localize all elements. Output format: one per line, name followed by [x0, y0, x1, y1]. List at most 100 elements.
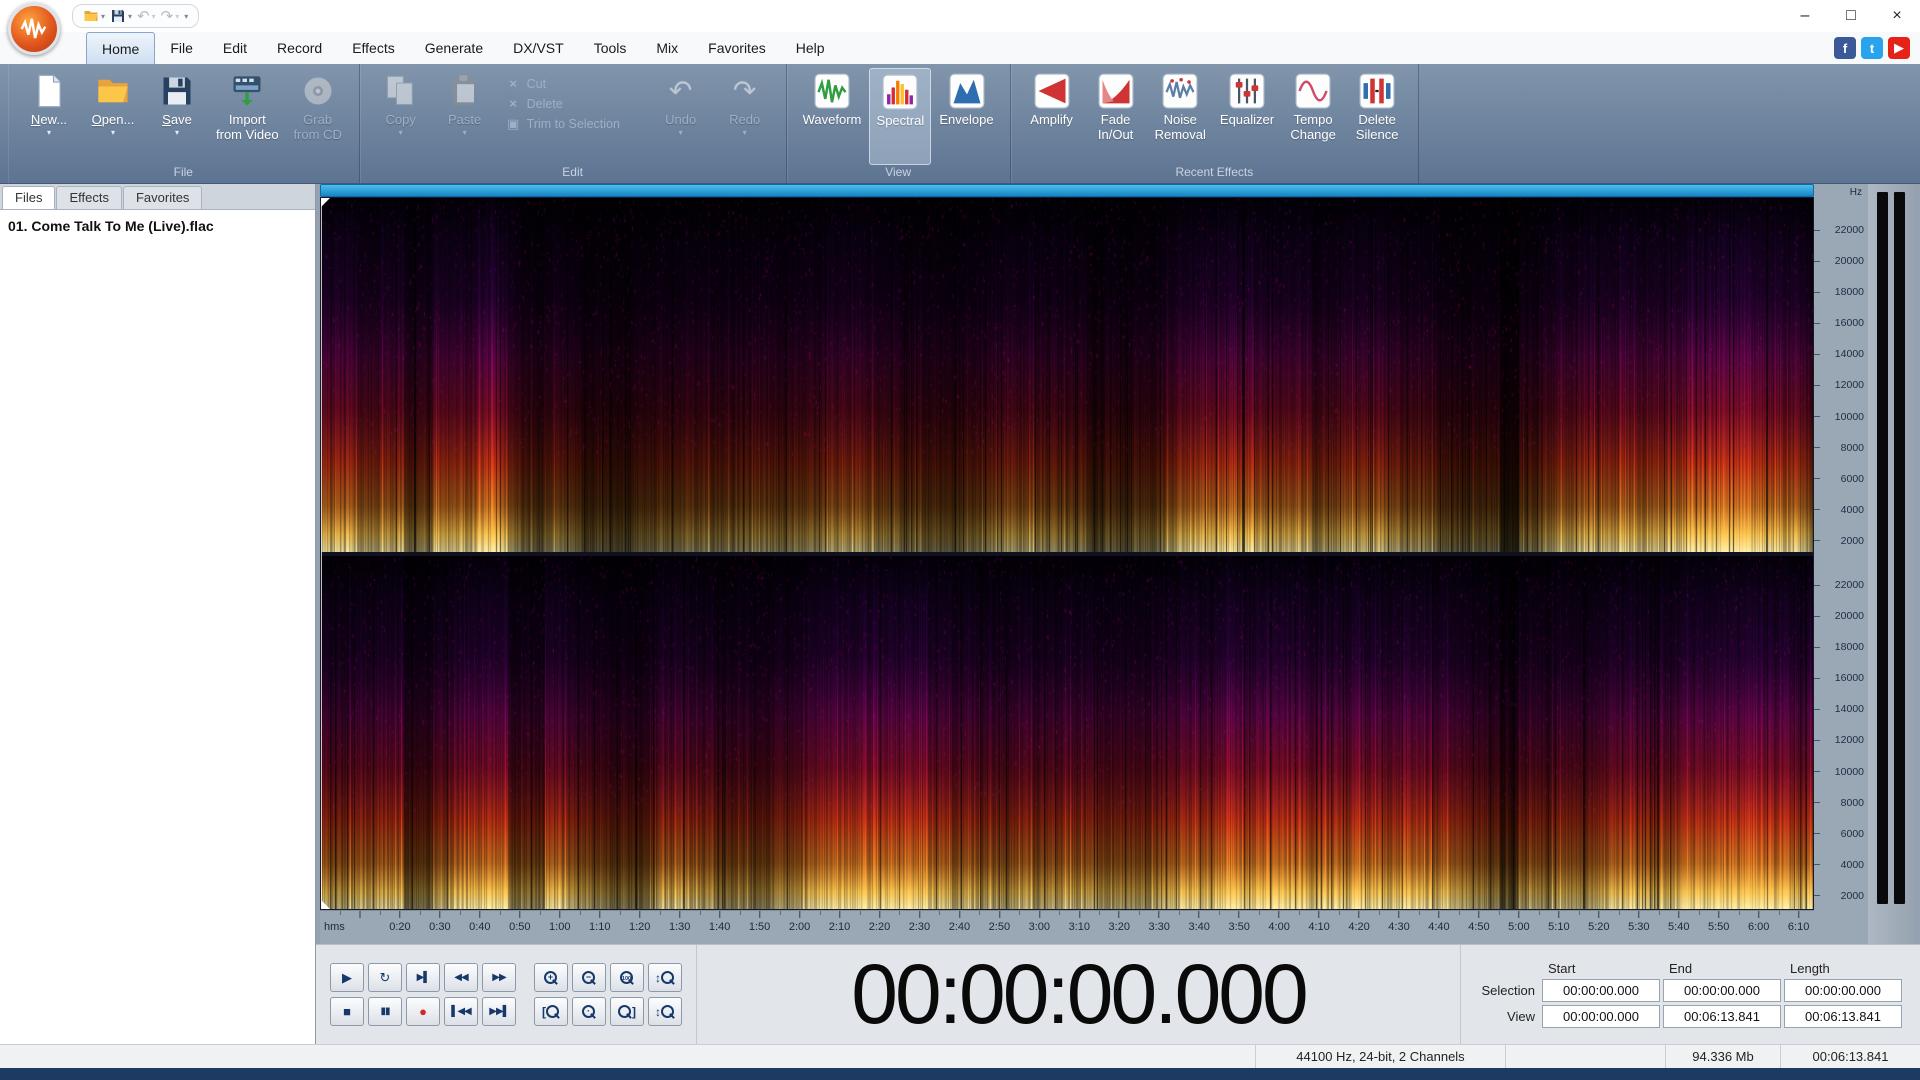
- ribbon-delete-button[interactable]: × Delete: [506, 96, 640, 111]
- play-button[interactable]: ▶: [330, 963, 364, 992]
- loop-play-button[interactable]: ↻: [368, 963, 402, 992]
- ribbon-save-button[interactable]: Save ▾: [146, 68, 208, 165]
- save-icon: [159, 71, 195, 111]
- go-to-end-button[interactable]: ▶▶▌: [482, 997, 516, 1026]
- play-next-button[interactable]: ▶▌: [406, 963, 440, 992]
- go-to-start-button[interactable]: ▌◀◀: [444, 997, 478, 1026]
- pause-button[interactable]: ▮▮: [368, 997, 402, 1026]
- zoom-vertical-in-button[interactable]: ↕: [648, 963, 682, 992]
- ribbon-import-from-video-button[interactable]: Import from Video: [210, 68, 285, 165]
- time-label: 1:20: [629, 911, 650, 933]
- menu-tab-home[interactable]: Home: [86, 32, 156, 64]
- ribbon-delete-silence-button[interactable]: Delete Silence: [1346, 68, 1408, 165]
- qat-save-button[interactable]: ▾: [110, 8, 132, 24]
- sidebar-tabs: Files Effects Favorites: [0, 184, 315, 210]
- menu-tab-mix[interactable]: Mix: [641, 32, 693, 64]
- menu-tab-edit[interactable]: Edit: [208, 32, 262, 64]
- youtube-icon[interactable]: ▶: [1888, 37, 1910, 59]
- zoom-vertical-out-button[interactable]: ↕: [648, 997, 682, 1026]
- rewind-button[interactable]: ◀◀: [444, 963, 478, 992]
- sidebar-tab-favorites[interactable]: Favorites: [122, 186, 203, 209]
- close-button[interactable]: ×: [1874, 1, 1920, 31]
- menu-tab-file[interactable]: File: [155, 32, 208, 64]
- ribbon-redo-button[interactable]: ↷ Redo ▾: [714, 68, 776, 165]
- ribbon-grab-from-cd-button[interactable]: Grab from CD: [287, 68, 349, 165]
- zoom-selection-button[interactable]: ·: [572, 997, 606, 1026]
- zoom-in-button[interactable]: +: [534, 963, 568, 992]
- qat-redo-button[interactable]: ↷ ▾: [161, 9, 180, 24]
- position-bar[interactable]: [320, 184, 1814, 197]
- ribbon-undo-button[interactable]: ↶ Undo ▾: [650, 68, 712, 165]
- menu-tabs: Home File Edit Record Effects Generate DX/VST T…: [86, 32, 840, 64]
- waveform-icon: [814, 71, 850, 111]
- ribbon-amplify-button[interactable]: Amplify: [1021, 68, 1083, 165]
- ribbon-new-button[interactable]: New... ▾: [18, 68, 80, 165]
- chevron-down-icon: ▾: [462, 127, 467, 137]
- menu-tab-favorites[interactable]: Favorites: [693, 32, 781, 64]
- file-list-item[interactable]: 01. Come Talk To Me (Live).flac: [8, 218, 307, 234]
- copy-icon: [383, 71, 419, 111]
- ribbon-cut-button[interactable]: × Cut: [506, 76, 640, 91]
- zoom-100-button[interactable]: 100: [610, 963, 644, 992]
- chevron-down-icon: ▾: [742, 127, 747, 137]
- playhead-marker-top[interactable]: [321, 198, 330, 207]
- zoom-out-button[interactable]: −: [572, 963, 606, 992]
- magnifier-icon: [618, 1004, 632, 1019]
- ribbon-trim-to-selection-button[interactable]: ▣ Trim to Selection: [506, 116, 640, 132]
- zoom-selection-start-button[interactable]: [: [534, 997, 568, 1026]
- time-label: 2:00: [789, 911, 810, 933]
- menu-tab-record[interactable]: Record: [262, 32, 337, 64]
- status-bar: 44100 Hz, 24-bit, 2 Channels 94.336 Mb 0…: [0, 1044, 1920, 1068]
- time-ruler[interactable]: hms 0:20 0:30 0:40 0:50 1:00 1:10 1:20 1:30 1:40…: [320, 910, 1814, 944]
- ribbon-equalizer-button[interactable]: Equalizer: [1214, 68, 1280, 165]
- menu-tab-dx-vst[interactable]: DX/VST: [498, 32, 579, 64]
- ribbon-tempo-change-button[interactable]: Tempo Change: [1282, 68, 1344, 165]
- time-label: 4:00: [1268, 911, 1290, 933]
- app-logo-icon[interactable]: [8, 3, 60, 55]
- ribbon-copy-button[interactable]: Copy ▾: [370, 68, 432, 165]
- ribbon-spectral-button[interactable]: Spectral: [869, 68, 932, 165]
- ribbon-open-button[interactable]: Open... ▾: [82, 68, 144, 165]
- qat-open-button[interactable]: ▾: [83, 8, 105, 24]
- maximize-button[interactable]: □: [1828, 1, 1874, 31]
- frequency-label: 12000: [1814, 379, 1864, 391]
- playhead-marker-bottom[interactable]: [321, 900, 330, 909]
- menu-tab-generate[interactable]: Generate: [410, 32, 498, 64]
- qat-undo-button[interactable]: ↶ ▾: [137, 9, 156, 24]
- view-end-field[interactable]: 00:06:13.841: [1663, 1005, 1781, 1028]
- ribbon-noise-removal-button[interactable]: Noise Removal: [1149, 68, 1212, 165]
- view-start-field[interactable]: 00:00:00.000: [1542, 1005, 1660, 1028]
- sidebar-tab-effects[interactable]: Effects: [56, 186, 122, 209]
- frequency-ruler: Hz 22000 20000 18000 16000 14000 12000 10000 80…: [1814, 184, 1868, 944]
- selection-end-field[interactable]: 00:00:00.000: [1663, 979, 1781, 1002]
- transport-bar: ▶ ↻ ▶▌ ◀◀ ▶▶ + − 100 ↕ ■ ▮▮ ● ▌◀◀ ▶▶▌ [·] ↕ 00:00:00.00…: [316, 944, 1920, 1044]
- ribbon-fade-in-out-button[interactable]: Fade In/Out: [1085, 68, 1147, 165]
- open-folder-icon: [95, 71, 131, 111]
- minimize-button[interactable]: –: [1782, 1, 1828, 31]
- spectral-icon: [882, 72, 918, 112]
- qat-customize-button[interactable]: ▾: [184, 12, 188, 21]
- chevron-down-icon: ▾: [128, 11, 133, 21]
- menu-tab-tools[interactable]: Tools: [579, 32, 642, 64]
- sidebar-tab-files[interactable]: Files: [2, 186, 56, 209]
- ribbon-envelope-button[interactable]: Envelope: [933, 68, 999, 165]
- stop-button[interactable]: ■: [330, 997, 364, 1026]
- selection-start-field[interactable]: 00:00:00.000: [1542, 979, 1660, 1002]
- spectrogram-right-channel[interactable]: [321, 555, 1813, 909]
- twitter-icon[interactable]: t: [1861, 37, 1883, 59]
- trim-icon: ▣: [506, 116, 520, 131]
- selection-length-field[interactable]: 00:00:00.000: [1784, 979, 1902, 1002]
- view-length-field[interactable]: 00:06:13.841: [1784, 1005, 1902, 1028]
- facebook-icon[interactable]: f: [1834, 37, 1856, 59]
- zoom-selection-end-button[interactable]: ]: [610, 997, 644, 1026]
- ribbon-waveform-button[interactable]: Waveform: [797, 68, 868, 165]
- editor-column: hms 0:20 0:30 0:40 0:50 1:00 1:10 1:20 1:30 1:40…: [316, 184, 1920, 1044]
- fast-forward-button[interactable]: ▶▶: [482, 963, 516, 992]
- record-button[interactable]: ●: [406, 997, 440, 1026]
- frequency-label: 22000: [1814, 224, 1864, 236]
- menu-tab-effects[interactable]: Effects: [337, 32, 410, 64]
- menu-tab-help[interactable]: Help: [781, 32, 840, 64]
- spectrogram-left-channel[interactable]: [321, 198, 1813, 552]
- time-label: 5:50: [1708, 911, 1729, 933]
- ribbon-paste-button[interactable]: Paste ▾: [434, 68, 496, 165]
